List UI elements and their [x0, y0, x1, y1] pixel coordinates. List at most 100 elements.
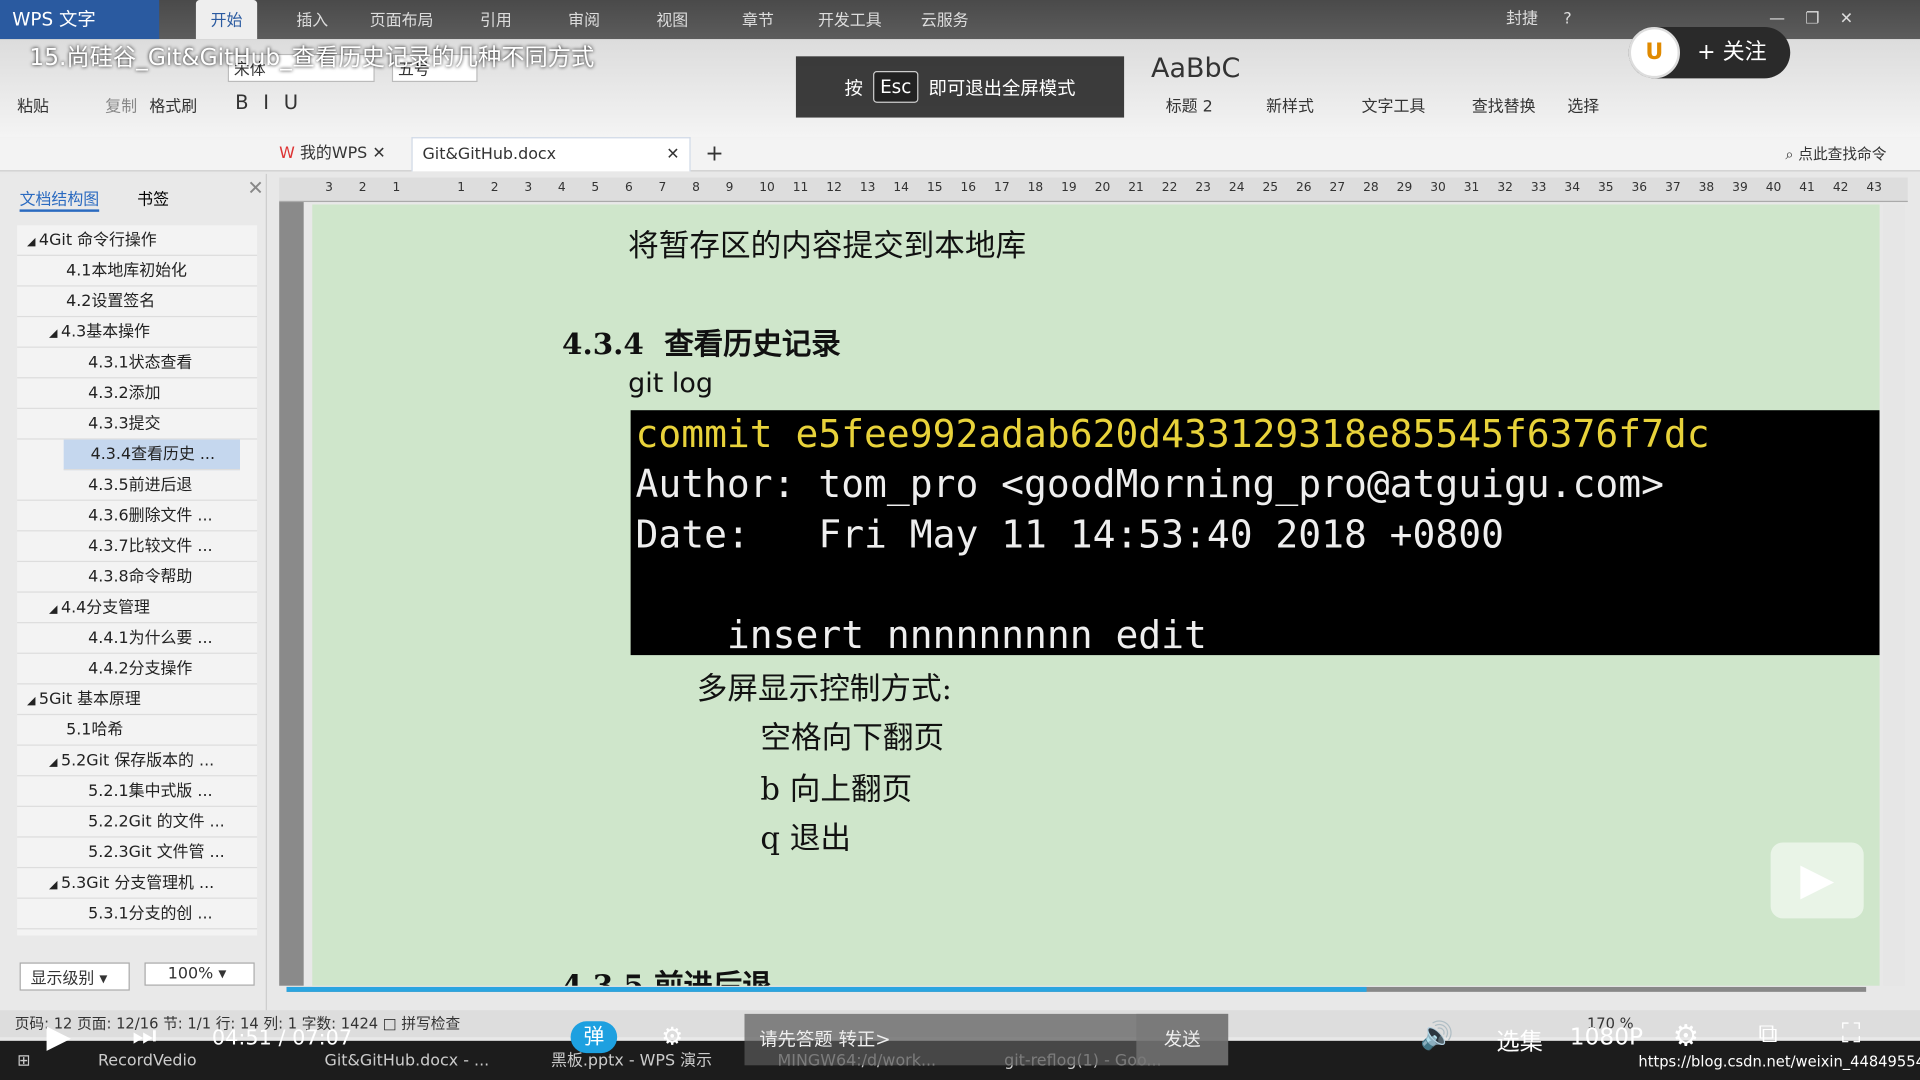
outline-item-label: 4.4.1为什么要 ...	[88, 629, 213, 648]
outline-item[interactable]: ◢ 5.3Git 分支管理机 ...	[17, 868, 258, 899]
outline-item-label: 5.2.3Git 文件管 ...	[88, 843, 225, 863]
ruler-tick: 28	[1363, 181, 1379, 195]
danmu-toggle[interactable]: 弹	[570, 1021, 618, 1054]
outline-item[interactable]: 4.3.3提交	[17, 409, 258, 440]
minimize-icon[interactable]: —	[1769, 10, 1785, 28]
tab-document-map[interactable]: 文档结构图	[19, 186, 100, 212]
collapse-icon[interactable]: ◢	[49, 879, 61, 891]
outline-item[interactable]: 5.1哈希	[17, 715, 258, 746]
pip-icon[interactable]: ⧉	[1758, 1019, 1777, 1050]
tab-git-github-docx[interactable]: Git&GitHub.docx ✕	[411, 137, 691, 172]
danmu-input[interactable]: 请先答题 转正> 发送	[744, 1013, 1229, 1066]
collapse-icon[interactable]: ◢	[27, 236, 39, 248]
new-style-button[interactable]: 新样式	[1266, 93, 1314, 116]
outline-item-label: 4.3.1状态查看	[88, 353, 193, 373]
outline-item[interactable]: ◢ 4Git 命令行操作	[17, 225, 258, 256]
ruler-tick: 14	[893, 181, 909, 195]
format-buttons[interactable]: BIU	[235, 91, 313, 114]
help-icon[interactable]: ?	[1563, 10, 1571, 28]
vertical-scrollbar[interactable]	[1883, 204, 1906, 986]
outline-item[interactable]: 5.2.2Git 的文件 ...	[17, 807, 258, 838]
outline-item[interactable]: ◢ 4.4分支管理	[17, 593, 258, 624]
ruler-tick: 43	[1866, 181, 1882, 195]
ruler-tick: 22	[1161, 181, 1178, 195]
tab-bookmarks[interactable]: 书签	[137, 186, 169, 209]
menu-tab[interactable]: 云服务	[906, 0, 983, 39]
user-name[interactable]: 封捷	[1506, 10, 1538, 28]
outline-item[interactable]: 4.2设置签名	[17, 287, 258, 318]
menu-tab[interactable]: 开发工具	[803, 0, 896, 39]
collapse-icon[interactable]: ◢	[27, 696, 39, 708]
close-tab-icon[interactable]: ✕	[666, 138, 679, 172]
episodes-button[interactable]: 选集	[1496, 1024, 1543, 1057]
outline-item[interactable]: 5.2.3Git 文件管 ...	[17, 838, 258, 869]
settings-icon[interactable]: ⚙	[1673, 1019, 1699, 1053]
outline-item[interactable]: 4.3.6删除文件 ...	[17, 501, 258, 532]
vertical-ruler[interactable]	[279, 202, 304, 986]
select-button[interactable]: 选择	[1567, 93, 1599, 116]
heading-4-3-4: 4.3.4 查看历史记录	[562, 325, 841, 362]
tab-my-wps[interactable]: W 我的WPS ✕	[269, 137, 395, 171]
restore-icon[interactable]: ❐	[1805, 10, 1819, 28]
outline-item-label: 5.3Git 分支管理机 ...	[60, 874, 215, 893]
paste-button[interactable]: 粘贴	[17, 93, 49, 116]
outline-item[interactable]: 4.3.4查看历史 ...	[63, 439, 241, 471]
quality-button[interactable]: 1080P	[1570, 1024, 1643, 1051]
outline-item[interactable]: 4.3.8命令帮助	[17, 562, 258, 593]
format-painter-button[interactable]: 格式刷	[149, 93, 197, 116]
horizontal-ruler[interactable]: 3 2 1 1 2 3 4 5 6 7 8 9 10 11 12 13 14 15 16 17 18 19 20 21 22 23…	[279, 177, 1908, 203]
video-progress-bar[interactable]	[286, 986, 1867, 992]
menu-tab[interactable]: 开始	[195, 0, 258, 40]
next-icon[interactable]: ⏭	[132, 1021, 156, 1052]
screen: WPS 文字 开始 插入 页面布局 引用 审阅 视图 章节 开发工具 云服务 封捷 ? — ❐ ✕…	[0, 0, 1920, 1080]
outline-item[interactable]: 4.4.1为什么要 ...	[17, 623, 258, 654]
paragraph: q 退出	[760, 820, 851, 856]
menu-tab[interactable]: 视图	[642, 0, 703, 39]
outline-item[interactable]: 4.3.1状态查看	[17, 348, 258, 379]
paragraph: 空格向下翻页	[760, 720, 945, 756]
outline-item[interactable]: 5.2.1集中式版 ...	[17, 776, 258, 807]
style-heading2-preview[interactable]: AaBbC	[1151, 54, 1240, 85]
new-tab-button[interactable]: +	[696, 137, 734, 171]
play-icon[interactable]: ▶	[47, 1019, 71, 1056]
channel-avatar[interactable]: U	[1628, 26, 1681, 79]
close-pane-icon[interactable]: ✕	[247, 176, 263, 199]
wps-app-menu[interactable]: WPS 文字	[0, 0, 160, 40]
text-tools-button[interactable]: 文字工具	[1362, 93, 1426, 116]
fullscreen-icon[interactable]: ⛶	[1842, 1019, 1861, 1050]
outline-item-label: 5.2.1集中式版 ...	[88, 782, 213, 801]
play-logo-icon[interactable]: ▶	[1770, 842, 1864, 919]
menu-tab[interactable]: 审阅	[553, 0, 614, 39]
copy-button[interactable]: 复制	[105, 93, 137, 116]
menu-tab[interactable]: 插入	[282, 0, 343, 39]
close-icon[interactable]: ✕	[1840, 10, 1853, 28]
danmu-settings-icon[interactable]: ⚙	[661, 1021, 683, 1050]
menu-tab[interactable]: 页面布局	[355, 0, 448, 39]
volume-icon[interactable]: 🔊	[1420, 1021, 1454, 1052]
outline-item[interactable]: 4.3.7比较文件 ...	[17, 531, 258, 563]
level-select[interactable]: 显示级别 ▾	[19, 962, 130, 991]
outline-item[interactable]: ◢ 4.3基本操作	[17, 317, 258, 348]
collapse-icon[interactable]: ◢	[49, 328, 61, 340]
outline-item[interactable]: 5.3.1分支的创 ...	[17, 899, 258, 930]
ruler-tick: 26	[1295, 181, 1312, 195]
command-search[interactable]: ⌕ 点此查找命令	[1776, 137, 1897, 171]
find-replace-button[interactable]: 查找替换	[1472, 93, 1536, 116]
style-heading2[interactable]: 标题 2	[1166, 93, 1213, 116]
outline-item-label: 4.1本地库初始化	[66, 262, 187, 281]
pane-zoom-select[interactable]: 100% ▾	[144, 962, 255, 986]
outline-item[interactable]: 4.3.5前进后退	[17, 470, 258, 501]
menu-tab[interactable]: 章节	[727, 0, 788, 39]
video-title: 15.尚硅谷_Git&GitHub_查看历史记录的几种不同方式	[29, 44, 595, 72]
menu-tab[interactable]: 引用	[465, 0, 526, 39]
command-text: git log	[628, 368, 713, 400]
ruler-tick: 20	[1094, 181, 1111, 195]
outline-item[interactable]: 4.3.2添加	[17, 378, 258, 409]
outline-item[interactable]: ◢ 5Git 基本原理	[17, 684, 258, 716]
outline-item[interactable]: 4.1本地库初始化	[17, 256, 258, 287]
outline-item[interactable]: ◢ 5.2Git 保存版本的 ...	[17, 746, 258, 777]
collapse-icon[interactable]: ◢	[49, 757, 61, 769]
send-button[interactable]: 发送	[1136, 1013, 1229, 1066]
collapse-icon[interactable]: ◢	[49, 604, 61, 616]
outline-item[interactable]: 4.4.2分支操作	[17, 654, 258, 685]
